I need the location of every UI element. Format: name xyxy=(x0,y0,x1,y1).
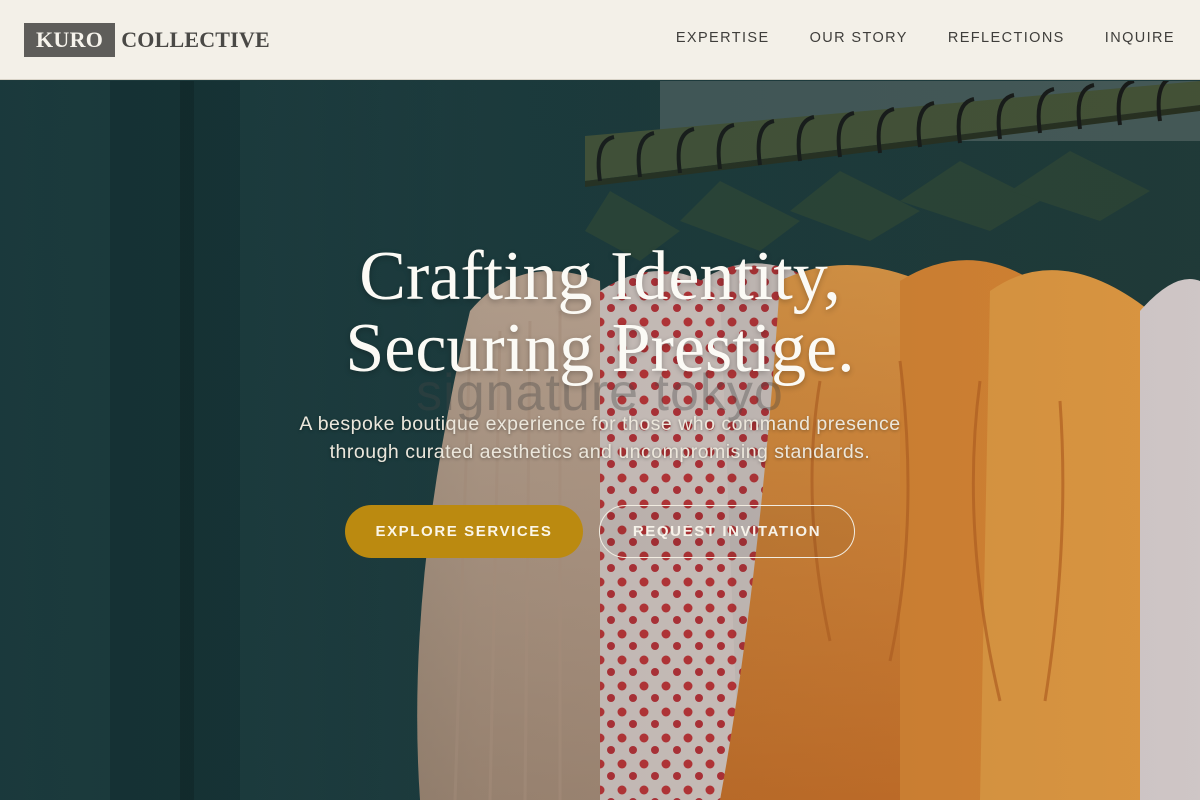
hero-headline-line-2: Securing Prestige. xyxy=(345,310,855,387)
hero-section: signature tokyo Crafting Identity, Secur… xyxy=(0,81,1200,800)
hero-content: signature tokyo Crafting Identity, Secur… xyxy=(0,81,1200,800)
brand-logo[interactable]: KURO COLLECTIVE xyxy=(24,23,270,57)
logo-wordmark: COLLECTIVE xyxy=(121,27,270,52)
hero-subtitle: A bespoke boutique experience for those … xyxy=(0,410,1200,466)
nav-link-reflections[interactable]: REFLECTIONS xyxy=(948,30,1065,46)
hero-headline: Crafting Identity, Securing Prestige. xyxy=(0,241,1200,385)
explore-services-button[interactable]: EXPLORE SERVICES xyxy=(345,505,583,558)
main-nav: EXPERTISE OUR STORY REFLECTIONS INQUIRE xyxy=(676,30,1175,46)
nav-link-inquire[interactable]: INQUIRE xyxy=(1105,30,1175,46)
request-invitation-button[interactable]: REQUEST INVITATION xyxy=(599,505,855,558)
nav-link-our-story[interactable]: OUR STORY xyxy=(810,30,908,46)
hero-headline-line-1: Crafting Identity, xyxy=(359,238,841,315)
hero-subtitle-line-2: through curated aesthetics and uncomprom… xyxy=(329,441,871,463)
nav-link-expertise[interactable]: EXPERTISE xyxy=(676,30,770,46)
logo-mark: KURO xyxy=(24,23,116,57)
hero-subtitle-line-1: A bespoke boutique experience for those … xyxy=(299,413,901,435)
site-header: KURO COLLECTIVE EXPERTISE OUR STORY REFL… xyxy=(0,0,1200,80)
